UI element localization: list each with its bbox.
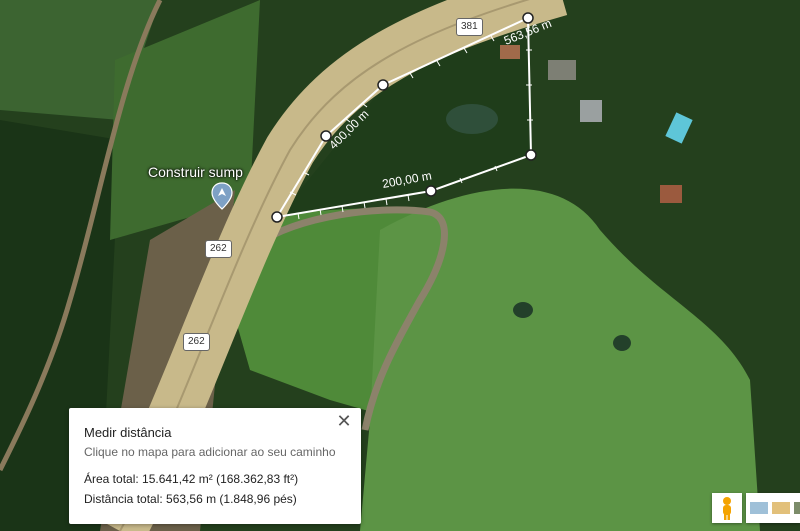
house-1: [660, 185, 682, 203]
vertex[interactable]: [425, 185, 437, 197]
house-2: [580, 100, 602, 122]
close-icon[interactable]: ✕: [333, 410, 355, 432]
total-area: Área total: 15.641,42 m² (168.362,83 ft²…: [84, 472, 299, 486]
vertex[interactable]: [271, 211, 283, 223]
place-label[interactable]: Construir sump: [148, 164, 243, 180]
road-shield-262: 262: [205, 240, 232, 258]
pond-small-2: [613, 335, 631, 351]
total-distance: Distância total: 563,56 m (1.848,96 pés): [84, 492, 297, 506]
house-4: [500, 45, 520, 59]
house-3: [548, 60, 576, 80]
vertex[interactable]: [377, 79, 389, 91]
panel-hint: Clique no mapa para adicionar ao seu cam…: [84, 445, 336, 459]
vertex[interactable]: [522, 12, 534, 24]
pond-small-1: [513, 302, 533, 318]
pegman-icon[interactable]: [712, 493, 742, 523]
measure-distance-panel: Medir distância Clique no mapa para adic…: [69, 408, 361, 524]
panel-title: Medir distância: [84, 425, 172, 440]
pond: [446, 104, 498, 134]
road-shield-381: 381: [456, 18, 483, 36]
pin-icon[interactable]: [211, 182, 233, 210]
road-shield-262-lower: 262: [183, 333, 210, 351]
vertex[interactable]: [525, 149, 537, 161]
layer-thumbnail-icon[interactable]: [746, 493, 800, 523]
